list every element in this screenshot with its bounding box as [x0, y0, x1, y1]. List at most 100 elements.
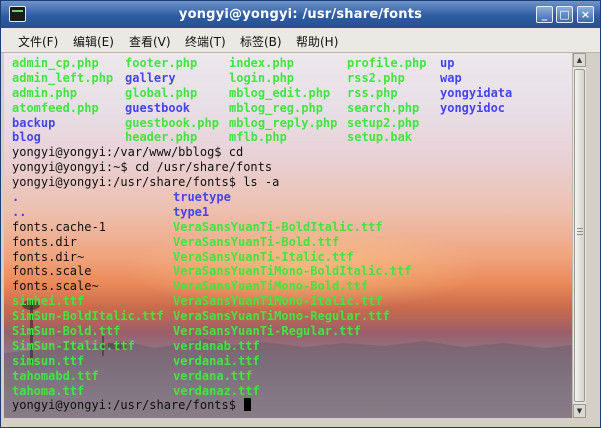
terminal-text: fonts.dir: [12, 234, 78, 249]
terminal-line: fonts.cache-1 VeraSansYuanTi-BoldItalic.t…: [12, 220, 568, 235]
listing-entry: setup.bak: [347, 130, 413, 145]
listing-entry: SimSun-Bold.ttf: [12, 324, 121, 339]
terminal-line: SimSun-Bold.ttf VeraSansYuanTi-Regular.tt…: [12, 324, 568, 339]
vertical-scrollbar[interactable]: ▲ ▼: [572, 53, 586, 418]
prompt-line[interactable]: yongyi@yongyi:/usr/share/fonts$: [12, 398, 568, 413]
listing-entry: blog: [12, 130, 41, 145]
terminal-text: yongyi@yongyi:~$ cd /usr/share/fonts: [12, 160, 273, 175]
menu-tabs[interactable]: 标签(B): [240, 33, 282, 50]
terminal-text: fonts.scale: [12, 264, 92, 279]
scrollbar-thumb[interactable]: [574, 69, 585, 402]
listing-entry: login.php: [229, 70, 295, 85]
listing-entry: gallery: [125, 70, 176, 85]
listing-entry: .: [12, 190, 20, 205]
terminal-line: fonts.dir VeraSansYuanTi-Bold.ttf: [12, 235, 568, 250]
scroll-up-arrow-icon[interactable]: ▲: [573, 53, 586, 67]
listing-entry: admin_cp.php: [12, 56, 99, 70]
menu-help[interactable]: 帮助(H): [296, 33, 338, 50]
terminal-text: fonts.scale~: [12, 279, 99, 294]
scroll-down-arrow-icon[interactable]: ▼: [573, 404, 586, 418]
terminal-line: blog header.php mflb.php setup.bak: [12, 130, 568, 145]
listing-entry: VeraSansYuanTiMono-Bold.ttf: [173, 279, 369, 294]
terminal-line: tahoma.ttf verdanaz.ttf: [12, 384, 568, 399]
window-bottom-edge: [1, 418, 600, 427]
menu-terminal[interactable]: 终端(T): [185, 33, 226, 50]
terminal-line: . truetype: [12, 190, 568, 205]
listing-entry: SimSun-BoldItalic.ttf: [12, 309, 164, 324]
listing-entry: VeraSansYuanTiMono-Regular.ttf: [173, 309, 390, 324]
terminal-line: simhei.ttf VeraSansYuanTiMono-Italic.ttf: [12, 294, 568, 309]
listing-entry: VeraSansYuanTiMono-Italic.ttf: [173, 294, 383, 309]
listing-entry: truetype: [173, 190, 231, 205]
listing-entry: admin.php: [12, 85, 78, 100]
terminal-output-area[interactable]: admin_cp.php footer.php index.php profile.p…: [4, 53, 572, 418]
listing-entry: atomfeed.php: [12, 100, 99, 115]
window-right-edge: [587, 53, 600, 418]
listing-entry: backup: [12, 115, 56, 130]
listing-entry: rss2.php: [347, 70, 405, 85]
terminal-line: admin.php global.php mblog_edit.php rss.php…: [12, 86, 568, 101]
listing-entry: rss.php: [347, 85, 398, 100]
terminal-lines: admin_cp.php footer.php index.php profile.p…: [12, 56, 568, 413]
terminal-text: fonts.dir~: [12, 249, 85, 264]
menu-view[interactable]: 查看(V): [129, 33, 171, 50]
terminal-window: yongyi@yongyi: /usr/share/fonts _ □ × 文件…: [0, 0, 601, 428]
terminal-text: yongyi@yongyi:/var/www/bblog$ cd: [12, 145, 244, 160]
minimize-button[interactable]: _: [536, 6, 553, 23]
terminal-text: yongyi@yongyi:/usr/share/fonts$ ls -a: [12, 175, 280, 190]
listing-entry: verdanaz.ttf: [173, 383, 260, 398]
terminal-line: admin_cp.php footer.php index.php profile.p…: [12, 56, 568, 71]
listing-entry: mflb.php: [229, 130, 287, 145]
menu-bar: 文件(F) 编辑(E) 查看(V) 终端(T) 标签(B) 帮助(H): [1, 28, 600, 53]
listing-entry: VeraSansYuanTiMono-BoldItalic.ttf: [173, 264, 412, 279]
listing-entry: SimSun-Italic.ttf: [12, 338, 135, 353]
listing-entry: simsun.ttf: [12, 353, 85, 368]
listing-entry: search.php: [347, 100, 420, 115]
listing-entry: index.php: [229, 56, 295, 70]
window-title: yongyi@yongyi: /usr/share/fonts: [178, 7, 423, 22]
terminal-line: backup guestbook.php mblog_reply.php setup2…: [12, 116, 568, 131]
terminal-line: admin_left.php gallery login.php rss2.php wa…: [12, 71, 568, 86]
terminal-line: SimSun-Italic.ttf verdanab.ttf: [12, 339, 568, 354]
listing-entry: guestbook.php: [125, 115, 219, 130]
menu-file[interactable]: 文件(F): [18, 33, 58, 50]
terminal-line: yongyi@yongyi:/usr/share/fonts$ ls -a: [12, 175, 568, 190]
listing-entry: setup2.php: [347, 115, 420, 130]
terminal-line: tahomabd.ttf verdana.ttf: [12, 369, 568, 384]
terminal-text: fonts.cache-1: [12, 219, 106, 234]
listing-entry: admin_left.php: [12, 70, 114, 85]
listing-entry: tahomabd.ttf: [12, 368, 99, 383]
terminal-line: fonts.scale~ VeraSansYuanTiMono-Bold.ttf: [12, 279, 568, 294]
maximize-button[interactable]: □: [556, 6, 573, 23]
listing-entry: mblog_reply.php: [229, 115, 338, 130]
listing-entry: yongyidata: [440, 85, 513, 100]
listing-entry: simhei.ttf: [12, 294, 85, 309]
title-bar[interactable]: yongyi@yongyi: /usr/share/fonts _ □ ×: [1, 1, 600, 28]
listing-entry: type1: [173, 204, 210, 219]
listing-entry: mblog_reg.php: [229, 100, 323, 115]
listing-entry: wap: [440, 70, 462, 85]
listing-entry: tahoma.ttf: [12, 383, 85, 398]
listing-entry: verdanai.ttf: [173, 353, 260, 368]
listing-entry: header.php: [125, 130, 198, 145]
listing-entry: guestbook: [125, 100, 191, 115]
terminal-line: yongyi@yongyi:/var/www/bblog$ cd: [12, 145, 568, 160]
listing-entry: VeraSansYuanTi-Italic.ttf: [173, 249, 354, 264]
listing-entry: mblog_edit.php: [229, 85, 331, 100]
listing-entry: footer.php: [125, 56, 198, 70]
terminal-line: SimSun-BoldItalic.ttf VeraSansYuanTiMono-…: [12, 309, 568, 324]
listing-entry: profile.php: [347, 56, 427, 70]
terminal-line: simsun.ttf verdanai.ttf: [12, 354, 568, 369]
listing-entry: yongyidoc: [440, 100, 506, 115]
listing-entry: VeraSansYuanTi-BoldItalic.ttf: [173, 219, 383, 234]
listing-entry: VeraSansYuanTi-Regular.ttf: [173, 324, 361, 339]
listing-entry: global.php: [125, 85, 198, 100]
text-cursor: [244, 398, 252, 412]
menu-edit[interactable]: 编辑(E): [73, 33, 114, 50]
terminal-line: yongyi@yongyi:~$ cd /usr/share/fonts: [12, 160, 568, 175]
terminal-line: atomfeed.php guestbook mblog_reg.php search…: [12, 101, 568, 116]
listing-entry: up: [440, 56, 455, 70]
listing-entry: VeraSansYuanTi-Bold.ttf: [173, 234, 340, 249]
close-button[interactable]: ×: [577, 6, 594, 23]
listing-entry: verdanab.ttf: [173, 338, 260, 353]
